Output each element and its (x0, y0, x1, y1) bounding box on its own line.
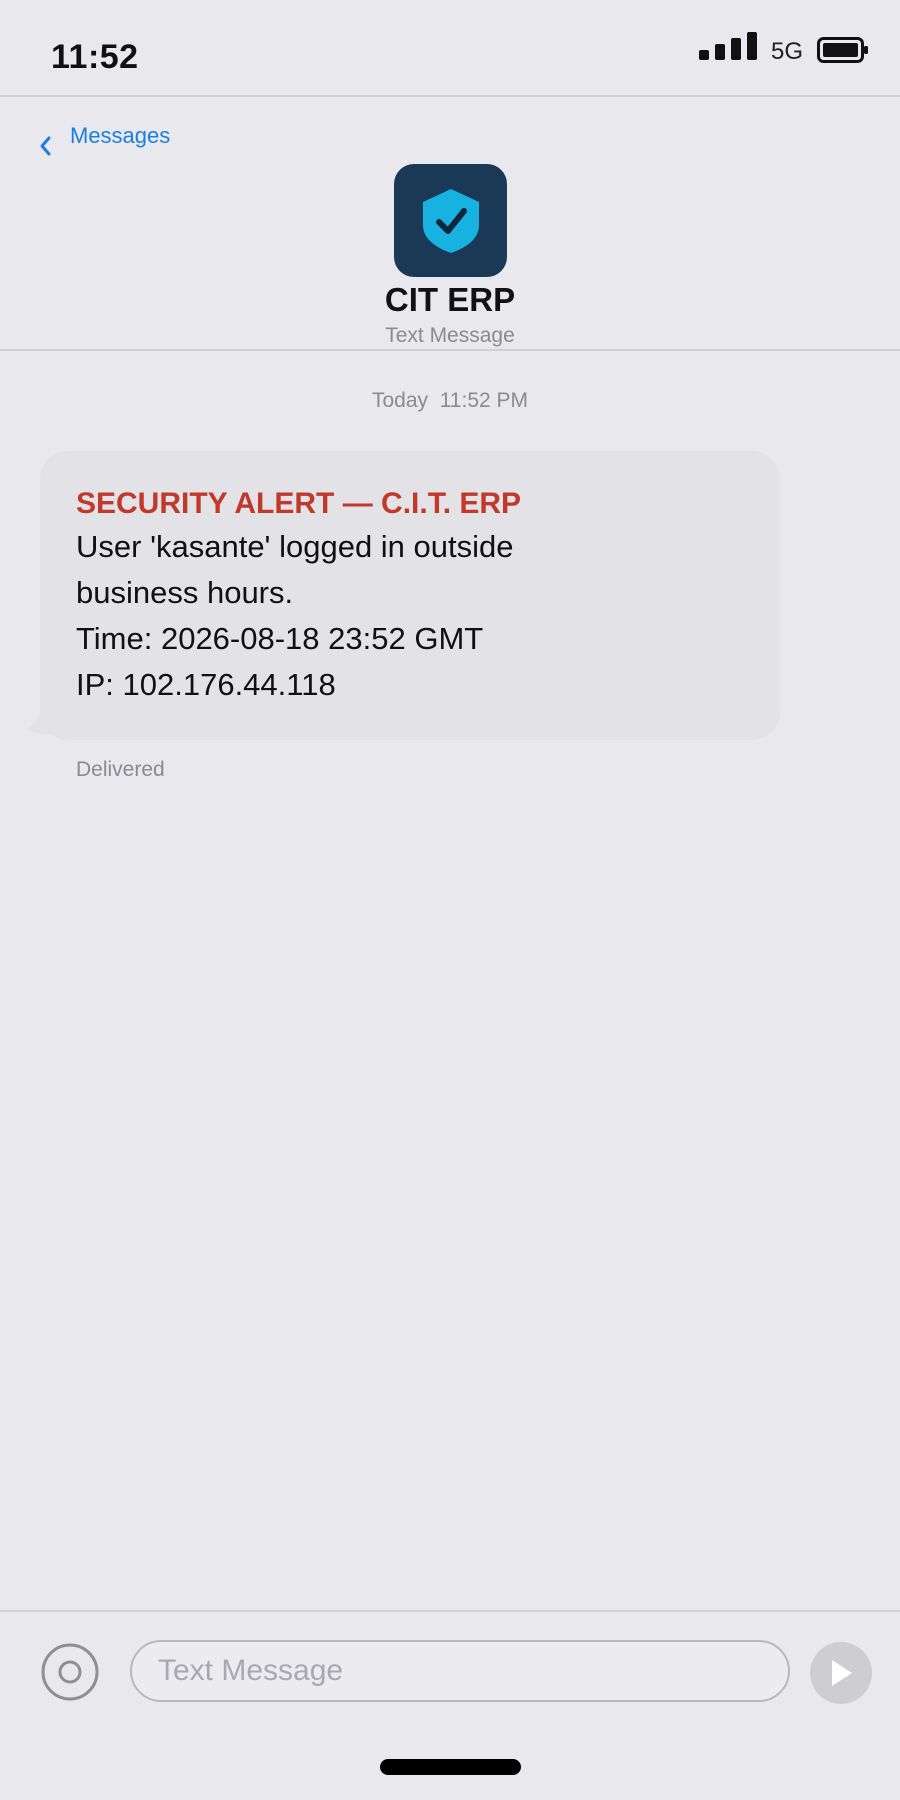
message-line: IP: 102.176.44.118 (76, 667, 336, 702)
home-indicator[interactable] (380, 1759, 521, 1775)
battery-icon (817, 37, 868, 63)
timestamp-day: Today (371, 389, 429, 412)
send-button[interactable] (810, 1642, 872, 1704)
message-line: Time: 2026-08-18 23:52 GMT (76, 621, 484, 656)
message-timestamp: Today 11:52 PM (0, 389, 900, 413)
chevron-left-icon (40, 136, 51, 156)
network-type: 5G (771, 38, 804, 65)
contact-name[interactable]: CIT ERP (0, 281, 900, 319)
send-icon (832, 1660, 852, 1686)
message-bubble[interactable]: SECURITY ALERT — C.I.T. ERP User 'kasant… (40, 451, 780, 740)
cellular-signal-icon (699, 32, 757, 60)
status-bar: 11:52 5G (0, 0, 900, 97)
conversation-header: Messages CIT ERP Text Message (0, 97, 900, 351)
delivery-status: Delivered (76, 758, 165, 781)
timestamp-time: 11:52 PM (439, 389, 529, 412)
message-line: User 'kasante' logged in outside (76, 529, 514, 564)
shield-check-icon (422, 188, 479, 253)
contact-subtitle: Text Message (385, 324, 515, 347)
status-time: 11:52 (51, 38, 139, 76)
camera-icon[interactable] (40, 1642, 100, 1702)
back-label: Messages (70, 123, 171, 148)
back-button[interactable]: Messages (36, 117, 170, 157)
contact-avatar[interactable] (394, 164, 507, 277)
message-line: business hours. (76, 575, 294, 610)
alert-title: SECURITY ALERT — C.I.T. ERP (76, 487, 522, 520)
message-input[interactable] (130, 1640, 790, 1702)
